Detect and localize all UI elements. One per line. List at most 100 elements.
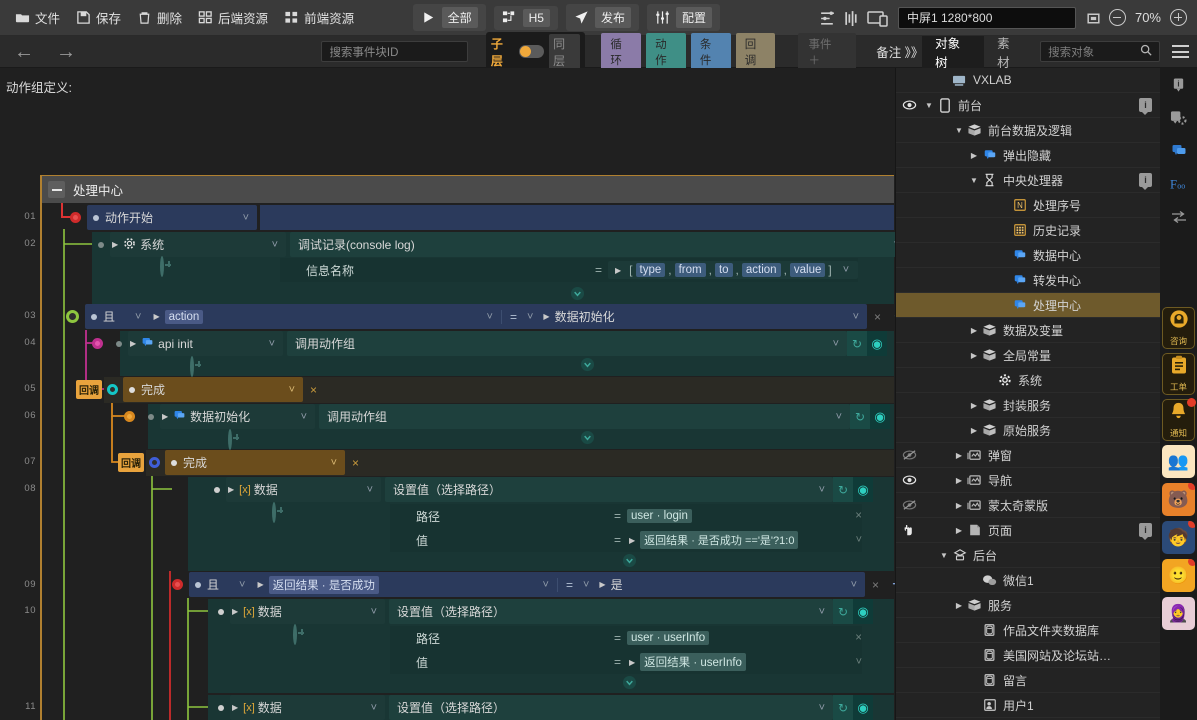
workorder-badge[interactable]: 工单 bbox=[1162, 353, 1195, 395]
add-condition-button[interactable]: + bbox=[888, 306, 895, 328]
row-10-action[interactable]: 设置值（选择路径） ˅ bbox=[389, 599, 833, 624]
arrow-left-icon[interactable]: ← bbox=[14, 42, 34, 62]
row-11-action[interactable]: 设置值（选择路径） ˅ bbox=[389, 695, 833, 720]
row-03-condition[interactable]: 且 ˅ ▶ action ˅ = ˅ ▶ 数据初始化 ˅ bbox=[85, 304, 867, 329]
zoom-out-button[interactable] bbox=[1108, 9, 1126, 26]
refresh-icon[interactable]: ↻ bbox=[833, 695, 853, 720]
info-icon[interactable]: i bbox=[1139, 173, 1152, 190]
caret-right-icon[interactable]: ▶ bbox=[967, 351, 981, 360]
tree-item-6[interactable]: 历史记录 bbox=[896, 218, 1160, 243]
chevron-down-icon[interactable]: ˅ bbox=[828, 411, 850, 423]
caret-right-icon[interactable]: ▶ bbox=[228, 485, 234, 494]
node-data-init[interactable]: ▶ 数据初始化 ˅ bbox=[160, 404, 315, 429]
tree-item-19[interactable]: ▼ 后台 bbox=[896, 543, 1160, 568]
caret-right-icon[interactable]: ▶ bbox=[615, 266, 621, 275]
row-08-action[interactable]: 设置值（选择路径） ˅ bbox=[385, 477, 833, 502]
chevron-down-icon[interactable]: ˅ bbox=[886, 239, 895, 251]
row-10[interactable]: ▶ [x] 数据 ˅ 设置值（选择路径） ˅ ↻ ◉ bbox=[212, 599, 873, 624]
caret-right-icon[interactable]: ▶ bbox=[232, 703, 238, 712]
chevron-down-icon[interactable]: ▼ bbox=[952, 126, 966, 135]
node-data-3[interactable]: ▶ [x] 数据 ˅ bbox=[230, 695, 385, 720]
tree-item-23[interactable]: 美国网站及论坛站… bbox=[896, 643, 1160, 668]
zoom-in-button[interactable] bbox=[1170, 9, 1187, 26]
caret-right-icon[interactable]: ▶ bbox=[952, 451, 966, 460]
chat-blue-icon[interactable] bbox=[1166, 138, 1192, 164]
row-10-value-param[interactable]: 值 = ▶ 返回结果 · userInfo ˅ bbox=[390, 650, 862, 674]
frontend-resource-button[interactable]: 前端资源 bbox=[277, 5, 361, 30]
tab-assets[interactable]: 素材 bbox=[984, 36, 1034, 70]
caret-right-icon[interactable]: ▶ bbox=[967, 326, 981, 335]
row-11[interactable]: ▶ [x] 数据 ˅ 设置值（选择路径） ˅ ↻ ◉ bbox=[212, 695, 873, 720]
caret-right-icon[interactable]: ▶ bbox=[543, 312, 549, 321]
row-10-add[interactable] bbox=[293, 624, 321, 645]
callback-node-dot[interactable] bbox=[107, 384, 118, 395]
collapse-icon[interactable] bbox=[48, 181, 65, 198]
refresh-icon[interactable]: ↻ bbox=[833, 477, 853, 502]
chevron-down-icon[interactable]: ˅ bbox=[363, 606, 385, 618]
tree-item-11[interactable]: ▶ 全局常量 bbox=[896, 343, 1160, 368]
node-api-init[interactable]: ▶ api init ˅ bbox=[128, 331, 283, 356]
caret-right-icon[interactable]: ▶ bbox=[162, 412, 168, 421]
tree-item-15[interactable]: ▶ 弹窗 bbox=[896, 443, 1160, 468]
caret-right-icon[interactable]: ▶ bbox=[599, 580, 605, 589]
row-06-action[interactable]: 调用动作组 ˅ bbox=[319, 404, 850, 429]
chevron-down-icon[interactable]: ˅ bbox=[835, 264, 857, 276]
refresh-icon[interactable]: ↻ bbox=[833, 599, 853, 624]
row-06[interactable]: ▶ 数据初始化 ˅ 调用动作组 ˅ ↻ ◉ bbox=[124, 404, 890, 429]
chevron-down-icon[interactable]: ˅ bbox=[845, 311, 867, 323]
row-02[interactable]: ▶ 系统 ˅ 调试记录(console log) ˅ ↻ ◉ bbox=[92, 232, 895, 257]
tree-item-16[interactable]: ▶ 导航 bbox=[896, 468, 1160, 493]
row-08-expand[interactable] bbox=[622, 553, 637, 573]
row-06-expand[interactable] bbox=[580, 430, 595, 450]
chevron-down-icon[interactable]: ˅ bbox=[811, 484, 833, 496]
caret-right-icon[interactable]: ▶ bbox=[967, 426, 981, 435]
search-event-input[interactable]: 搜索事件块ID bbox=[321, 41, 468, 62]
align-icon[interactable] bbox=[819, 10, 834, 25]
tree-item-20[interactable]: 微信1 bbox=[896, 568, 1160, 593]
caret-right-icon[interactable]: ▶ bbox=[112, 240, 118, 249]
caret-right-icon[interactable]: ▶ bbox=[232, 607, 238, 616]
chevron-down-icon[interactable]: ˅ bbox=[239, 579, 245, 591]
chevron-down-icon[interactable]: ˅ bbox=[135, 311, 141, 323]
tree-item-1[interactable]: ▼ 前台 i bbox=[896, 93, 1160, 118]
avatar-users[interactable]: 👥 bbox=[1162, 445, 1195, 478]
chevron-down-icon[interactable]: ˅ bbox=[843, 579, 865, 591]
info-icon[interactable]: i bbox=[1166, 72, 1192, 98]
remove-condition-button[interactable]: × bbox=[865, 578, 886, 592]
tab-object-tree[interactable]: 对象树 bbox=[922, 35, 985, 70]
chevron-down-icon[interactable]: ▼ bbox=[967, 176, 981, 185]
object-search-input[interactable]: 搜索对象 bbox=[1040, 41, 1160, 62]
flow-canvas[interactable]: 动作组定义: 01 02 03 04 05 06 07 08 09 10 11 bbox=[0, 68, 895, 720]
row-02-add[interactable] bbox=[160, 256, 188, 277]
row-10-path-field[interactable]: user · userInfo × bbox=[627, 629, 862, 647]
notice-badge[interactable]: 通知 bbox=[1162, 398, 1196, 441]
chevron-down-icon[interactable]: ˅ bbox=[363, 702, 385, 714]
clear-icon[interactable]: × bbox=[855, 510, 862, 522]
block-header[interactable]: 处理中心 bbox=[42, 175, 894, 203]
row-04-expand[interactable] bbox=[580, 357, 595, 377]
row-03[interactable]: 且 ˅ ▶ action ˅ = ˅ ▶ 数据初始化 ˅ × + bbox=[66, 304, 895, 329]
breakpoint-dot[interactable] bbox=[70, 212, 81, 223]
info-gear-icon[interactable] bbox=[1166, 105, 1192, 131]
chevron-down-icon[interactable]: ▼ bbox=[922, 101, 936, 110]
caret-right-icon[interactable]: ▶ bbox=[952, 476, 966, 485]
node-data-1[interactable]: ▶ [x] 数据 ˅ bbox=[226, 477, 381, 502]
callback-node-dot[interactable] bbox=[124, 411, 135, 422]
chevron-down-icon[interactable]: ˅ bbox=[359, 484, 381, 496]
note-button[interactable]: 备注 》》 bbox=[876, 42, 923, 61]
screen-size-field[interactable]: 中屏1 1280*800 bbox=[897, 6, 1076, 29]
chevron-down-icon[interactable]: ˅ bbox=[487, 311, 501, 323]
row-06-add[interactable] bbox=[228, 429, 256, 450]
tree-item-25[interactable]: 用户1 bbox=[896, 693, 1160, 718]
chip-action[interactable]: 动作 bbox=[646, 32, 686, 71]
eye-icon[interactable] bbox=[896, 99, 922, 111]
remove-callback-button[interactable]: × bbox=[345, 456, 366, 470]
row-02-expand[interactable] bbox=[570, 286, 585, 306]
eye-icon[interactable] bbox=[896, 449, 922, 461]
row-08-path-param[interactable]: 路径 = user · login × bbox=[390, 504, 862, 528]
chevron-down-icon[interactable]: ˅ bbox=[543, 579, 557, 591]
caret-right-icon[interactable]: ▶ bbox=[967, 401, 981, 410]
clear-icon[interactable]: × bbox=[855, 632, 862, 644]
refresh-icon[interactable]: ↻ bbox=[847, 331, 867, 356]
callback-node-dot[interactable] bbox=[92, 338, 103, 349]
